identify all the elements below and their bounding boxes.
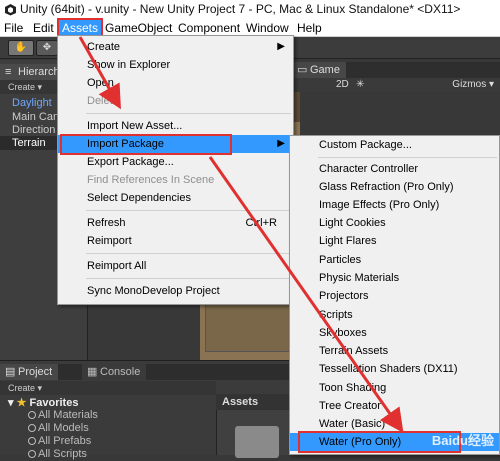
move-tool-button[interactable]: ✥ — [36, 40, 58, 56]
tab-project-label: Project — [18, 366, 53, 378]
console-icon: ▦ — [87, 366, 98, 378]
menu-assets[interactable]: Assets — [56, 18, 104, 38]
hierarchy-item-main-camera[interactable]: Main Cam — [12, 110, 62, 124]
menu-separator — [318, 157, 497, 158]
menu-gameobject[interactable]: GameObject — [105, 20, 172, 36]
game-icon: ▭ — [297, 64, 308, 76]
folder-icon[interactable] — [235, 426, 279, 458]
package-light-cookies[interactable]: Light Cookies — [290, 214, 499, 232]
package-tree-creator[interactable]: Tree Creator — [290, 397, 499, 415]
menu-item-create-label: Create — [87, 41, 121, 53]
menu-help[interactable]: Help — [297, 20, 322, 36]
package-character-controller[interactable]: Character Controller — [290, 160, 499, 178]
menu-item-reimport-all[interactable]: Reimport All — [58, 257, 293, 275]
menu-item-refresh[interactable]: Refresh Ctrl+R — [58, 214, 293, 232]
package-physic-materials[interactable]: Physic Materials — [290, 269, 499, 287]
title-bar: Unity (64bit) - v.unity - New Unity Proj… — [0, 0, 500, 19]
menu-item-show-in-explorer[interactable]: Show in Explorer — [58, 56, 293, 74]
light-toggle-icon[interactable]: ✳ — [356, 78, 364, 92]
package-light-flares[interactable]: Light Flares — [290, 232, 499, 250]
folder-icon: ▤ — [5, 366, 16, 378]
menu-item-import-new-asset[interactable]: Import New Asset... — [58, 117, 293, 135]
package-scripts[interactable]: Scripts — [290, 306, 499, 324]
tab-console-label: Console — [100, 366, 141, 378]
package-tessellation-shaders[interactable]: Tessellation Shaders (DX11) — [290, 360, 499, 378]
assets-menu: Create ▶ Show in Explorer Open Delete Imp… — [57, 35, 294, 305]
menu-item-open[interactable]: Open — [58, 74, 293, 92]
hierarchy-item-directional[interactable]: Direction — [12, 123, 55, 137]
unity-logo-icon — [5, 4, 16, 16]
menu-item-import-package-label: Import Package — [87, 138, 165, 150]
menu-item-create[interactable]: Create ▶ — [58, 38, 293, 56]
package-glass-refraction[interactable]: Glass Refraction (Pro Only) — [290, 178, 499, 196]
menu-separator — [86, 253, 291, 254]
menu-file[interactable]: File — [4, 20, 23, 36]
menu-separator — [86, 278, 291, 279]
submenu-arrow-icon: ▶ — [277, 41, 285, 52]
search-icon — [28, 437, 36, 445]
hierarchy-item-daylight[interactable]: Daylight — [12, 96, 52, 110]
window-title: Unity (64bit) - v.unity - New Unity Proj… — [20, 2, 461, 16]
package-custom[interactable]: Custom Package... — [290, 136, 499, 154]
package-terrain-assets[interactable]: Terrain Assets — [290, 342, 499, 360]
search-icon — [28, 411, 36, 419]
project-create-dropdown[interactable]: Create ▾ — [0, 381, 216, 395]
tab-hierarchy-label: Hierarch — [18, 66, 60, 78]
menu-item-import-package[interactable]: Import Package ▶ — [58, 135, 293, 153]
expand-arrow-icon: ▾ — [8, 397, 14, 409]
package-toon-shading[interactable]: Toon Shading — [290, 379, 499, 397]
menu-window[interactable]: Window — [246, 20, 289, 36]
search-icon — [28, 450, 36, 458]
tab-project[interactable]: ▤ Project — [0, 364, 59, 380]
menu-component[interactable]: Component — [178, 20, 240, 36]
submenu-arrow-icon: ▶ — [277, 138, 285, 149]
menu-item-sync-monodevelop[interactable]: Sync MonoDevelop Project — [58, 282, 293, 300]
hand-tool-button[interactable]: ✋ — [8, 40, 34, 56]
menu-item-export-package[interactable]: Export Package... — [58, 153, 293, 171]
package-projectors[interactable]: Projectors — [290, 287, 499, 305]
package-skyboxes[interactable]: Skyboxes — [290, 324, 499, 342]
list-icon: ≡ — [5, 66, 12, 78]
favorite-all-prefabs[interactable]: All Prefabs — [38, 435, 91, 448]
menu-separator — [86, 210, 291, 211]
tab-hierarchy[interactable]: ≡ Hierarch — [0, 64, 66, 80]
gizmos-dropdown[interactable]: Gizmos ▾ — [452, 78, 494, 92]
star-icon: ★ — [16, 397, 27, 409]
tab-console[interactable]: ▦ Console — [82, 364, 147, 380]
tab-game-label: Game — [310, 64, 340, 76]
menu-separator — [86, 113, 291, 114]
menu-edit[interactable]: Edit — [33, 20, 54, 36]
menu-item-select-dependencies[interactable]: Select Dependencies — [58, 189, 293, 207]
tab-game[interactable]: ▭ Game — [292, 62, 346, 78]
favorite-all-materials[interactable]: All Materials — [38, 409, 98, 422]
favorites-header[interactable]: ▾ ★ Favorites — [8, 396, 78, 409]
menu-item-reimport[interactable]: Reimport — [58, 232, 293, 250]
search-icon — [28, 424, 36, 432]
menu-item-refresh-label: Refresh — [87, 217, 126, 229]
mode-2d-button[interactable]: 2D — [336, 78, 349, 92]
import-package-submenu: Custom Package... Character Controller G… — [289, 135, 500, 455]
favorites-label: Favorites — [29, 397, 79, 409]
game-tab-header: ▭ Game — [292, 62, 500, 78]
package-particles[interactable]: Particles — [290, 251, 499, 269]
refresh-shortcut: Ctrl+R — [245, 217, 277, 229]
menu-item-find-references: Find References In Scene — [87, 174, 215, 186]
watermark: Baidu经验 — [431, 433, 494, 448]
favorite-all-models[interactable]: All Models — [38, 422, 89, 435]
package-image-effects[interactable]: Image Effects (Pro Only) — [290, 196, 499, 214]
game-toolbar: 2D ✳ Gizmos ▾ — [292, 78, 500, 92]
menu-item-delete: Delete — [87, 95, 119, 107]
